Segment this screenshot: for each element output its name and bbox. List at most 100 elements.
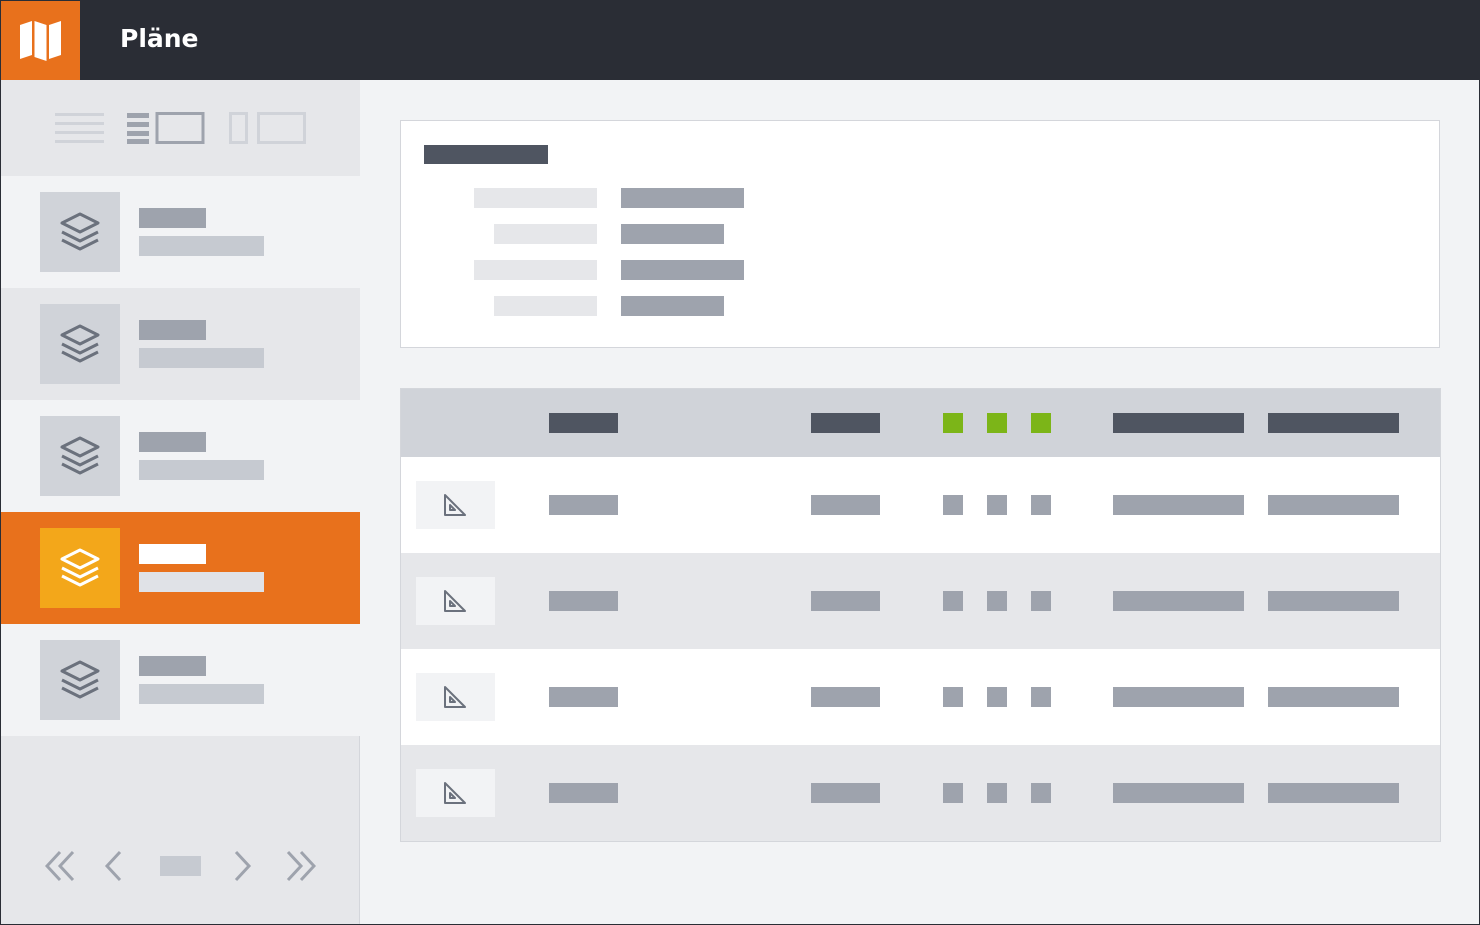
column-header-placeholder[interactable] <box>811 413 880 433</box>
column-header-placeholder[interactable] <box>549 413 618 433</box>
app-logo[interactable] <box>1 1 80 80</box>
item-thumbnail <box>40 528 120 608</box>
list-view-icon[interactable] <box>55 112 104 144</box>
row-thumbnail <box>416 577 495 625</box>
detail-label-placeholder <box>494 224 597 244</box>
status-indicator <box>987 495 1007 515</box>
chevron-right-icon[interactable] <box>233 850 253 882</box>
table-row[interactable] <box>401 745 1440 841</box>
item-thumbnail <box>40 640 120 720</box>
cell-placeholder <box>549 495 618 515</box>
status-indicator <box>987 687 1007 707</box>
list-item[interactable] <box>1 624 360 736</box>
status-indicator <box>943 783 963 803</box>
plan-list <box>1 176 360 736</box>
view-mode-switch <box>1 80 360 176</box>
layers-icon <box>60 548 100 587</box>
table-row[interactable] <box>401 457 1440 553</box>
sidebar <box>1 80 360 924</box>
table-row[interactable] <box>401 553 1440 649</box>
row-thumbnail <box>416 481 495 529</box>
status-indicator-header <box>1031 413 1051 433</box>
item-subtitle-placeholder <box>139 684 264 704</box>
item-title-placeholder <box>139 432 206 452</box>
detail-value-placeholder <box>621 188 744 208</box>
detail-label-placeholder <box>474 188 597 208</box>
status-indicator <box>943 591 963 611</box>
table-header <box>401 389 1440 457</box>
set-square-icon <box>444 590 466 612</box>
detail-value-placeholder <box>621 224 724 244</box>
table-row[interactable] <box>401 649 1440 745</box>
status-indicator <box>987 783 1007 803</box>
status-indicator-header <box>987 413 1007 433</box>
item-subtitle-placeholder <box>139 236 264 256</box>
layers-icon <box>60 324 100 363</box>
cell-placeholder <box>811 495 880 515</box>
layers-icon <box>60 660 100 699</box>
plan-details-card <box>400 120 1440 348</box>
item-subtitle-placeholder <box>139 348 264 368</box>
cell-placeholder <box>549 783 618 803</box>
cell-placeholder <box>1113 495 1244 515</box>
item-thumbnail <box>40 192 120 272</box>
cell-placeholder <box>1113 687 1244 707</box>
item-title-placeholder <box>139 544 206 564</box>
chevron-left-icon[interactable] <box>103 850 123 882</box>
app-window: Pläne <box>1 1 1479 924</box>
detail-value-placeholder <box>621 296 724 316</box>
cell-placeholder <box>549 591 618 611</box>
cell-placeholder <box>811 687 880 707</box>
detail-label-placeholder <box>494 296 597 316</box>
double-chevron-left-icon[interactable] <box>45 850 77 882</box>
status-indicator <box>987 591 1007 611</box>
row-thumbnail <box>416 769 495 817</box>
status-indicator-header <box>943 413 963 433</box>
page-title: Pläne <box>120 24 199 53</box>
status-indicator <box>1031 495 1051 515</box>
status-indicator <box>943 495 963 515</box>
set-square-icon <box>444 782 466 804</box>
list-item-selected[interactable] <box>1 512 360 624</box>
list-item[interactable] <box>1 400 360 512</box>
item-title-placeholder <box>139 656 206 676</box>
item-thumbnail <box>40 304 120 384</box>
detail-value-placeholder <box>621 260 744 280</box>
column-header-placeholder[interactable] <box>1113 413 1244 433</box>
pagination <box>1 840 360 890</box>
app-header: Pläne <box>1 1 1479 80</box>
column-header-placeholder[interactable] <box>1268 413 1399 433</box>
card-title-placeholder <box>424 145 548 164</box>
item-title-placeholder <box>139 320 206 340</box>
detail-view-icon[interactable] <box>229 112 307 144</box>
set-square-icon <box>444 494 466 516</box>
item-subtitle-placeholder <box>139 572 264 592</box>
cell-placeholder <box>1113 783 1244 803</box>
cell-placeholder <box>1113 591 1244 611</box>
list-item[interactable] <box>1 288 360 400</box>
list-item[interactable] <box>1 176 360 288</box>
map-icon <box>20 21 61 61</box>
cell-placeholder <box>1268 591 1399 611</box>
page-indicator <box>160 856 201 876</box>
cell-placeholder <box>1268 783 1399 803</box>
cell-placeholder <box>811 591 880 611</box>
status-indicator <box>1031 591 1051 611</box>
split-view-icon[interactable] <box>127 112 205 144</box>
status-indicator <box>1031 687 1051 707</box>
item-title-placeholder <box>139 208 206 228</box>
layers-icon <box>60 436 100 475</box>
row-thumbnail <box>416 673 495 721</box>
status-indicator <box>943 687 963 707</box>
status-indicator <box>1031 783 1051 803</box>
set-square-icon <box>444 686 466 708</box>
cell-placeholder <box>549 687 618 707</box>
layers-icon <box>60 212 100 251</box>
item-subtitle-placeholder <box>139 460 264 480</box>
cell-placeholder <box>811 783 880 803</box>
cell-placeholder <box>1268 495 1399 515</box>
detail-label-placeholder <box>474 260 597 280</box>
double-chevron-right-icon[interactable] <box>284 850 316 882</box>
cell-placeholder <box>1268 687 1399 707</box>
plans-table <box>400 388 1441 842</box>
